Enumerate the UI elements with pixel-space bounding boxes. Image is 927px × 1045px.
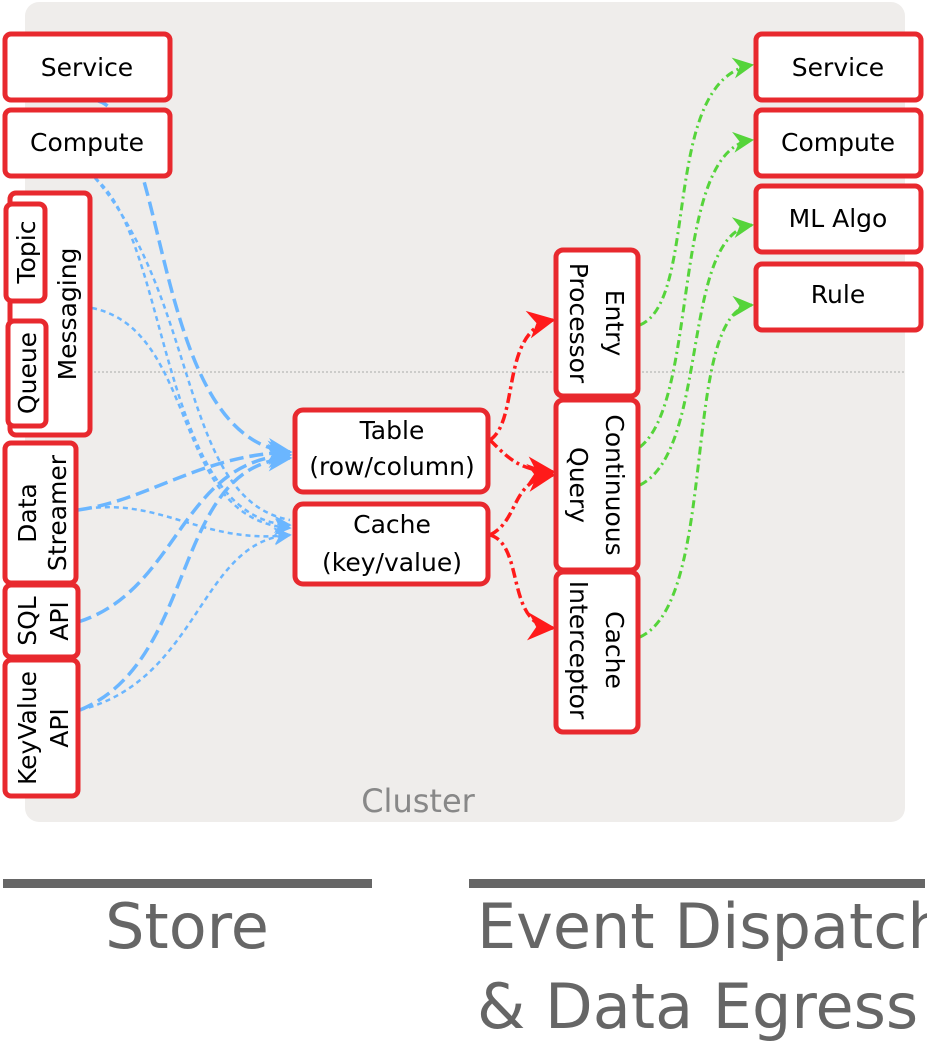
data-streamer-label-1: Data [13,483,42,543]
topic-label: Topic [12,221,41,285]
storage-cache: Cache (key/value) [292,501,491,587]
processor-continuous-query: Continuous Query [553,397,641,573]
target-ml-algo-label: ML Algo [789,204,888,233]
source-compute: Compute [2,107,173,179]
queue-label: Queue [13,332,42,414]
cache-label-2: (key/value) [322,548,462,577]
cache-label-1: Cache [353,510,431,539]
egress-bar [469,879,925,888]
table-label-1: Table [359,416,425,445]
diagram: Cluster Service Compute Messaging Topic … [2,2,927,1043]
target-compute: Compute [753,107,924,179]
egress-caption-1: Event Dispatch [477,890,927,963]
processor-entry: Entry Processor [553,247,641,399]
source-messaging: Messaging Topic Queue [3,190,93,438]
source-sql-api: SQL API [2,582,81,660]
source-service-label: Service [41,53,133,82]
source-data-streamer: Data Streamer [2,440,79,586]
target-service: Service [753,31,924,103]
target-rule: Rule [753,261,924,333]
store-bar [3,879,372,888]
entry-processor-label-1: Entry [600,290,629,357]
continuous-query-label-1: Continuous [600,414,629,555]
keyvalue-api-label-1: KeyValue [13,671,42,785]
sql-api-label-1: SQL [13,596,42,646]
target-service-label: Service [792,53,884,82]
cache-interceptor-label-2: Interceptor [564,581,593,720]
cluster-label: Cluster [361,782,475,820]
egress-caption-2: & Data Egress [477,970,918,1043]
target-compute-label: Compute [781,128,895,157]
target-rule-label: Rule [811,280,865,309]
source-keyvalue-api: KeyValue API [2,657,81,799]
messaging-label: Messaging [53,248,82,381]
sql-api-label-2: API [45,601,74,641]
source-compute-label: Compute [30,128,144,157]
processor-cache-interceptor: Cache Interceptor [553,569,641,735]
cache-interceptor-label-1: Cache [600,611,629,689]
target-ml-algo: ML Algo [753,183,924,255]
store-caption: Store [105,890,269,963]
data-streamer-label-2: Streamer [43,454,72,571]
storage-table: Table (row/column) [292,407,491,495]
keyvalue-api-label-2: API [45,708,74,748]
continuous-query-label-2: Query [564,447,593,523]
table-label-2: (row/column) [309,452,474,481]
source-service: Service [2,31,173,103]
entry-processor-label-2: Processor [564,263,593,384]
